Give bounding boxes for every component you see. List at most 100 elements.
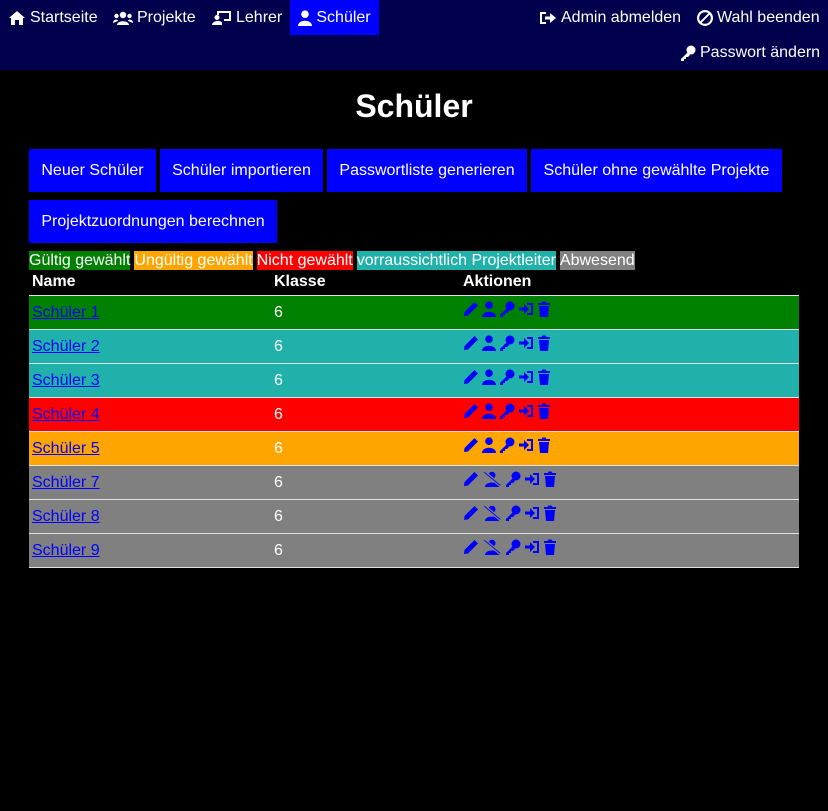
student-name-link[interactable]: Schüler 3 — [32, 372, 100, 389]
header-class: Klasse — [274, 273, 326, 290]
home-icon — [9, 10, 25, 25]
trash-icon[interactable] — [543, 471, 557, 487]
cell-name: Schüler 7 — [32, 474, 100, 492]
student-name-link[interactable]: Schüler 4 — [32, 406, 100, 423]
table-row: Schüler 3 6 — [29, 363, 799, 397]
student-name-link[interactable]: Schüler 2 — [32, 338, 100, 355]
table-row: Schüler 2 6 — [29, 329, 799, 363]
user-icon — [298, 9, 313, 26]
cell-actions — [463, 437, 554, 453]
cell-name: Schüler 8 — [32, 508, 100, 526]
nav-home-label: Startseite — [30, 8, 98, 26]
edit-icon[interactable] — [463, 369, 479, 385]
legend-not-chosen: Nicht gewählt — [256, 251, 353, 270]
key-icon[interactable] — [505, 539, 521, 555]
compute-assignments-button[interactable]: Projektzuordnungen berechnen — [29, 200, 277, 243]
key-icon[interactable] — [505, 471, 521, 487]
user-icon[interactable] — [482, 437, 496, 453]
cell-name: Schüler 1 — [32, 304, 100, 322]
trash-icon[interactable] — [537, 437, 551, 453]
nav-logout-label: Admin abmelden — [561, 8, 682, 26]
student-name-link[interactable]: Schüler 1 — [32, 304, 100, 321]
key-icon[interactable] — [499, 301, 515, 317]
table-row: Schüler 8 6 — [29, 499, 799, 533]
legend-project-leader: vorraussichtlich Projektleiter — [356, 251, 556, 270]
nav-logout[interactable]: Admin abmelden — [539, 0, 681, 35]
students-without-choice-button[interactable]: Schüler ohne gewählte Projekte — [531, 149, 782, 192]
nav-change-password[interactable]: Passwort ändern — [680, 35, 820, 70]
nav-home[interactable]: Startseite — [8, 0, 98, 35]
header-name: Name — [32, 273, 76, 290]
nav-students-label: Schüler — [316, 8, 371, 26]
sign-in-icon[interactable] — [518, 301, 534, 317]
nav-projects[interactable]: Projekte — [113, 0, 196, 35]
key-icon[interactable] — [505, 505, 521, 521]
user-slash-icon[interactable] — [482, 505, 502, 521]
nav-end-vote-label: Wahl beenden — [717, 8, 820, 26]
sign-in-icon[interactable] — [518, 369, 534, 385]
nav-change-password-label: Passwort ändern — [700, 43, 821, 61]
sign-in-icon[interactable] — [524, 505, 540, 521]
sign-in-icon[interactable] — [518, 437, 534, 453]
sign-in-icon[interactable] — [524, 471, 540, 487]
student-name-link[interactable]: Schüler 7 — [32, 474, 100, 491]
user-icon[interactable] — [482, 335, 496, 351]
edit-icon[interactable] — [463, 539, 479, 555]
chalkboard-teacher-icon — [212, 10, 231, 25]
trash-icon[interactable] — [543, 505, 557, 521]
key-icon[interactable] — [499, 335, 515, 351]
edit-icon[interactable] — [463, 335, 479, 351]
table-row: Schüler 5 6 — [29, 431, 799, 465]
sign-in-icon[interactable] — [518, 335, 534, 351]
sign-in-icon[interactable] — [518, 403, 534, 419]
sign-out-icon — [540, 11, 556, 24]
nav-end-vote[interactable]: Wahl beenden — [697, 0, 820, 35]
user-slash-icon[interactable] — [482, 471, 502, 487]
navbar: Startseite Projekte Lehrer Schüler Admin… — [0, 0, 828, 70]
nav-students[interactable]: Schüler — [290, 0, 379, 35]
student-name-link[interactable]: Schüler 5 — [32, 440, 100, 457]
cell-name: Schüler 2 — [32, 338, 100, 356]
sign-in-icon[interactable] — [524, 539, 540, 555]
edit-icon[interactable] — [463, 403, 479, 419]
trash-icon[interactable] — [537, 403, 551, 419]
user-slash-icon[interactable] — [482, 539, 502, 555]
new-student-button[interactable]: Neuer Schüler — [29, 149, 156, 192]
cell-actions — [463, 471, 560, 487]
trash-icon[interactable] — [537, 335, 551, 351]
cell-actions — [463, 539, 560, 555]
edit-icon[interactable] — [463, 471, 479, 487]
table-row: Schüler 9 6 — [29, 533, 799, 568]
student-name-link[interactable]: Schüler 9 — [32, 542, 100, 559]
edit-icon[interactable] — [463, 505, 479, 521]
import-students-button[interactable]: Schüler importieren — [160, 149, 323, 192]
user-icon[interactable] — [482, 301, 496, 317]
legend-absent: Abwesend — [559, 251, 635, 270]
user-icon[interactable] — [482, 369, 496, 385]
cell-actions — [463, 335, 554, 351]
student-name-link[interactable]: Schüler 8 — [32, 508, 100, 525]
generate-password-list-button[interactable]: Passwortliste generieren — [327, 149, 527, 192]
edit-icon[interactable] — [463, 301, 479, 317]
legend-invalid: Ungültig gewählt — [134, 251, 253, 270]
students-table: Name Klasse Aktionen Schüler 1 6 Schüler 2… — [29, 270, 799, 568]
key-icon[interactable] — [499, 369, 515, 385]
key-icon[interactable] — [499, 437, 515, 453]
user-icon[interactable] — [482, 403, 496, 419]
cell-class: 6 — [274, 440, 283, 457]
trash-icon[interactable] — [543, 539, 557, 555]
nav-teachers[interactable]: Lehrer — [212, 0, 282, 35]
cell-class: 6 — [274, 542, 283, 559]
cell-class: 6 — [274, 338, 283, 355]
key-icon[interactable] — [499, 403, 515, 419]
table-row: Schüler 7 6 — [29, 465, 799, 499]
cell-name: Schüler 9 — [32, 542, 100, 560]
nav-projects-label: Projekte — [137, 8, 196, 26]
trash-icon[interactable] — [537, 301, 551, 317]
key-icon — [681, 45, 696, 61]
header-actions: Aktionen — [463, 273, 532, 290]
cell-class: 6 — [274, 406, 283, 423]
cell-name: Schüler 3 — [32, 372, 100, 390]
trash-icon[interactable] — [537, 369, 551, 385]
edit-icon[interactable] — [463, 437, 479, 453]
